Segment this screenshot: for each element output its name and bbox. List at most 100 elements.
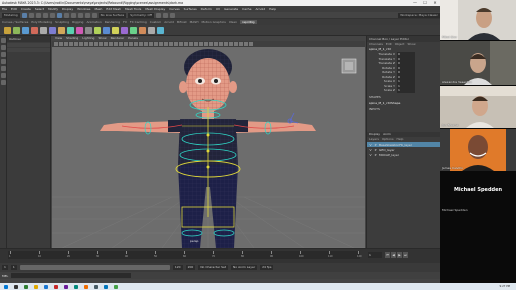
taskbar-app-icon[interactable] [24, 284, 28, 289]
shelf-tool-icon[interactable] [94, 26, 101, 34]
shelf-tab[interactable]: XGen [229, 20, 237, 24]
shelf-tab[interactable]: Custom [150, 20, 162, 24]
menu-select[interactable]: Select [35, 7, 44, 11]
viewport-tool-icon[interactable] [179, 42, 183, 46]
menu-curves[interactable]: Curves [169, 7, 179, 11]
shelf-tab[interactable]: Bifrost [177, 20, 187, 24]
layer-menu-options[interactable]: Options [382, 137, 394, 142]
go-to-start-button[interactable]: ⏮ [385, 252, 390, 258]
go-to-end-button[interactable]: ⏭ [403, 252, 408, 258]
menu-mesh[interactable]: Mesh [95, 7, 103, 11]
open-scene-icon[interactable] [28, 12, 34, 18]
shelf-tab[interactable]: Poly Modeling [31, 20, 52, 24]
select-tool-icon[interactable] [1, 38, 6, 43]
ipr-render-icon[interactable] [162, 12, 168, 18]
shelf-tool-icon[interactable] [76, 26, 83, 34]
taskbar-app-icon[interactable] [94, 284, 98, 289]
taskbar-app-icon[interactable] [44, 284, 48, 289]
shelf-tool-icon[interactable] [121, 26, 128, 34]
viewport-tool-icon[interactable] [104, 42, 108, 46]
shelf-tool-icon[interactable] [112, 26, 119, 34]
viewport-tool-icon[interactable] [144, 42, 148, 46]
menu-generate[interactable]: Generate [224, 7, 238, 11]
viewport-tool-icon[interactable] [199, 42, 203, 46]
new-scene-icon[interactable] [21, 12, 27, 18]
save-scene-icon[interactable] [35, 12, 41, 18]
viewport-tool-icon[interactable] [134, 42, 138, 46]
viewport-tool-icon[interactable] [64, 42, 68, 46]
channelbox-menu-object[interactable]: Object [395, 42, 405, 47]
viewport-tool-icon[interactable] [164, 42, 168, 46]
taskbar-app-icon[interactable] [104, 284, 108, 289]
time-slider-track[interactable]: 1 10 20 30 40 50 60 70 80 90 100 110 120 [8, 251, 362, 259]
time-slider[interactable]: 1 10 20 30 40 50 60 70 80 90 100 110 120 1 ⏮ ◀ ▶ ⏭ [0, 248, 440, 263]
shelf-tool-icon[interactable] [58, 26, 65, 34]
menu-file[interactable]: File [2, 7, 7, 11]
menuset-dropdown[interactable]: Modeling [2, 12, 20, 18]
participant-tile[interactable]: Alexandre Vesentini [440, 41, 516, 85]
step-back-button[interactable]: ◀ [391, 252, 396, 258]
attribute-value[interactable]: 1 [397, 88, 415, 93]
symmetry-dropdown[interactable]: Symmetry: Off [128, 12, 154, 18]
viewport-tool-icon[interactable] [119, 42, 123, 46]
range-inner-end-field[interactable]: 120 [172, 265, 183, 270]
channelbox-menu-show[interactable]: Show [407, 42, 415, 47]
range-end-field[interactable]: 200 [185, 265, 196, 270]
menu-help[interactable]: Help [269, 7, 276, 11]
menu-modify[interactable]: Modify [48, 7, 58, 11]
viewport-tool-icon[interactable] [109, 42, 113, 46]
shelf-tab[interactable]: Animation [86, 20, 101, 24]
viewport-tool-icon[interactable] [54, 42, 58, 46]
viewport-tool-icon[interactable] [149, 42, 153, 46]
shelf-tool-icon[interactable] [40, 26, 47, 34]
current-frame-field[interactable]: 1 [368, 252, 382, 258]
menu-create[interactable]: Create [21, 7, 31, 11]
viewport-tool-icon[interactable] [174, 42, 178, 46]
viewport-tool-icon[interactable] [219, 42, 223, 46]
shelf-tab[interactable]: Sculpting [55, 20, 69, 24]
taskbar-clock[interactable]: 9:27 PM [500, 283, 510, 290]
menu-windows[interactable]: Windows [77, 7, 90, 11]
taskbar-app-icon[interactable] [64, 284, 68, 289]
viewport-tool-icon[interactable] [184, 42, 188, 46]
fps-dropdown[interactable]: 24 fps [260, 265, 274, 270]
shelf-tool-icon[interactable] [139, 26, 146, 34]
select-object-icon[interactable] [63, 12, 69, 18]
viewport-tool-icon[interactable] [249, 42, 253, 46]
anim-layer-dropdown[interactable]: No Anim Layer [231, 265, 258, 270]
playback-icon[interactable]: P [374, 148, 377, 152]
viewport-tool-icon[interactable] [214, 42, 218, 46]
range-inner-start-field[interactable]: 1 [10, 265, 17, 270]
select-hierarchy-icon[interactable] [56, 12, 62, 18]
viewport-tool-icon[interactable] [239, 42, 243, 46]
viewport-tool-icon[interactable] [69, 42, 73, 46]
visibility-icon[interactable]: V [369, 148, 372, 152]
shelf-tool-icon[interactable] [13, 26, 20, 34]
last-tool-icon[interactable] [1, 80, 6, 85]
range-start-field[interactable]: 1 [2, 265, 8, 270]
shelf-tab[interactable]: Rendering [105, 20, 120, 24]
start-icon[interactable] [4, 284, 8, 289]
viewport-tool-icon[interactable] [94, 42, 98, 46]
character-set-dropdown[interactable]: No Character Set [198, 265, 229, 270]
participant-tile[interactable]: Mikel Gier [440, 0, 516, 40]
attribute-row[interactable]: Scale Z1 [367, 88, 440, 93]
menu-edit-mesh[interactable]: Edit Mesh [106, 7, 121, 11]
viewport-tool-icon[interactable] [84, 42, 88, 46]
viewport-canvas[interactable] [52, 47, 365, 248]
viewport-panel[interactable]: View Shading Lighting Show Renderer Panels [52, 36, 365, 248]
shelf-tool-icon[interactable] [157, 26, 164, 34]
shelf-tool-icon[interactable] [85, 26, 92, 34]
redo-icon[interactable] [49, 12, 55, 18]
viewport-tool-icon[interactable] [154, 42, 158, 46]
menu-uv[interactable]: UV [216, 7, 220, 11]
shelf-tab[interactable]: Rigging [72, 20, 83, 24]
render-icon[interactable] [155, 12, 161, 18]
shelf-tool-icon[interactable] [148, 26, 155, 34]
participant-tile[interactable]: Jon Bourne [440, 86, 516, 128]
move-tool-icon[interactable] [1, 59, 6, 64]
shelf-tab[interactable]: MASH [190, 20, 199, 24]
viewport-tool-icon[interactable] [194, 42, 198, 46]
viewport-tool-icon[interactable] [189, 42, 193, 46]
layer-row[interactable]: V P MOCAP_layer [367, 152, 440, 157]
